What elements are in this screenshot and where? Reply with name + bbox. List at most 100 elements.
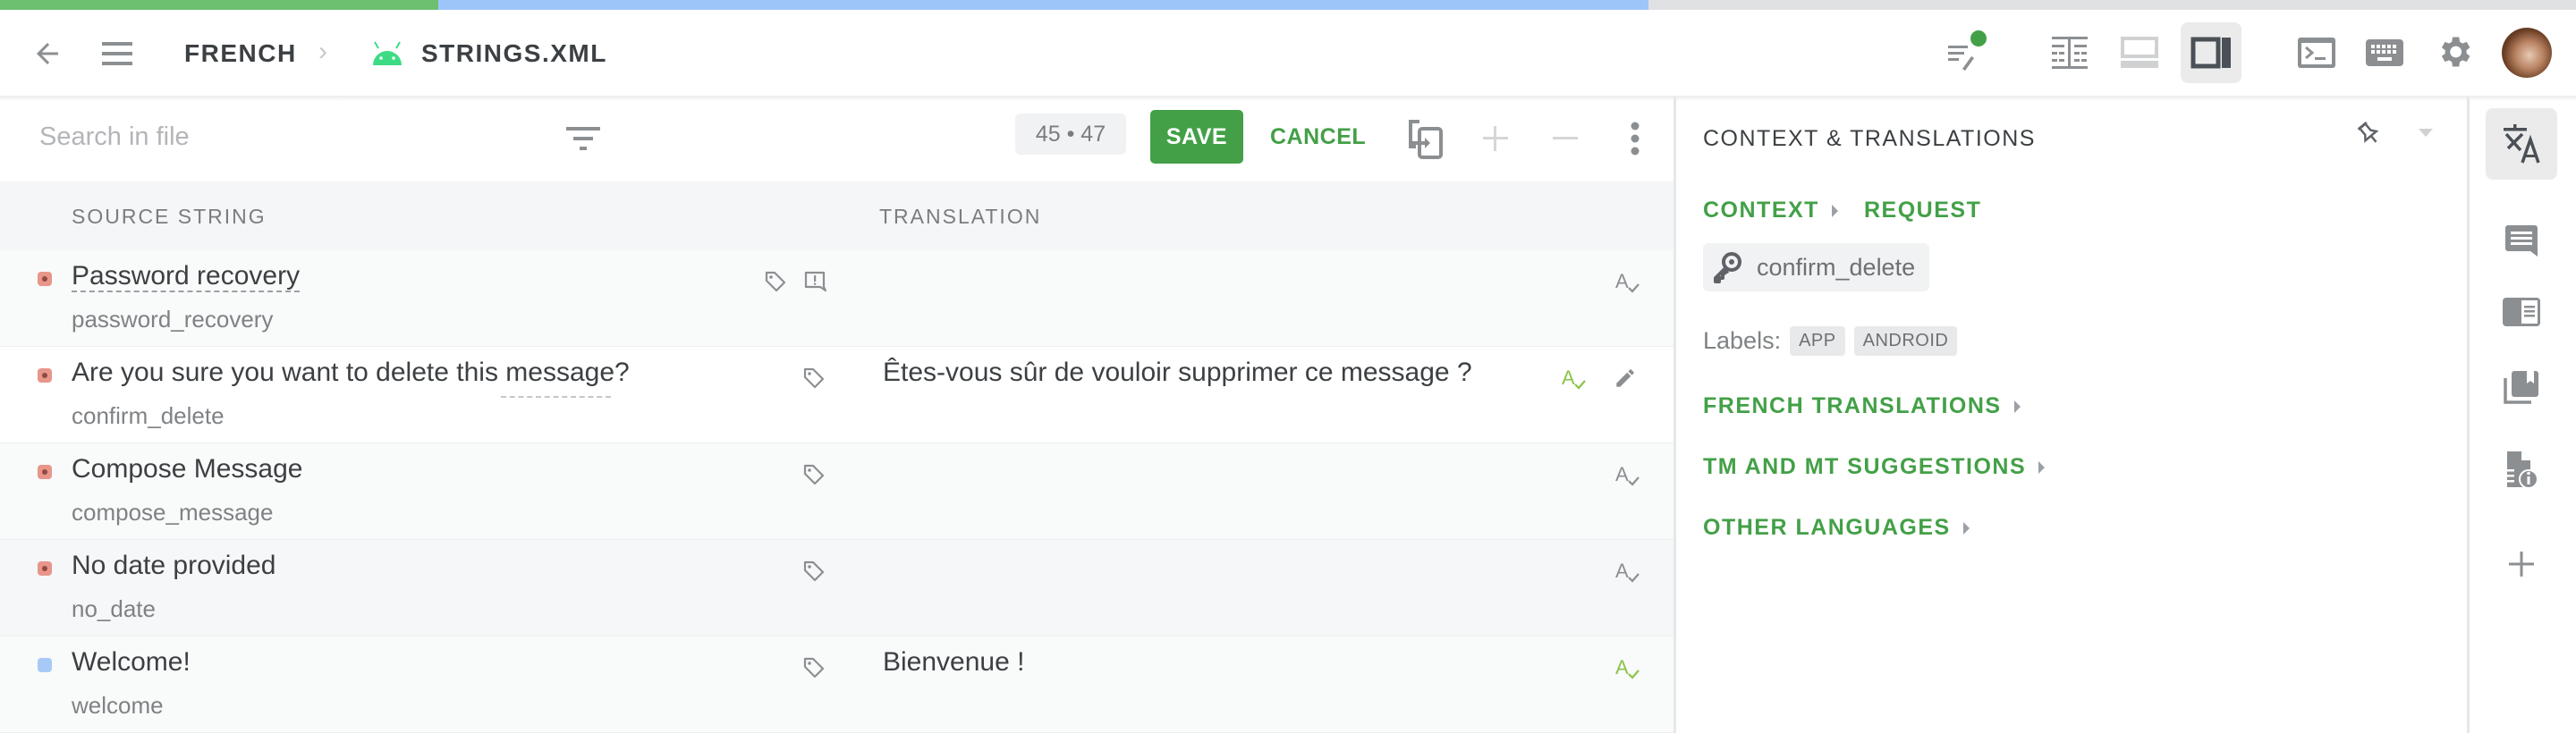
copy-source-icon[interactable]	[1402, 114, 1449, 164]
string-key: confirm_delete	[72, 402, 225, 429]
terminal-icon[interactable]	[2295, 31, 2338, 74]
string-key: password_recovery	[72, 306, 274, 333]
status-untranslated-icon	[38, 561, 52, 576]
table-header: SOURCE STRING TRANSLATION	[0, 181, 1674, 250]
side-by-side-layout-icon[interactable]	[2048, 31, 2091, 74]
editor-toolbar: 45 • 47 SAVE CANCEL	[0, 96, 1674, 181]
status-untranslated-icon	[38, 465, 52, 479]
section-label: OTHER LANGUAGES	[1703, 515, 1951, 540]
add-plural-icon[interactable]	[1476, 119, 1515, 158]
request-context-link[interactable]: REQUEST	[1864, 198, 1981, 223]
caret-right-icon	[1831, 204, 1838, 217]
context-panel: CONTEXT & TRANSLATIONS CONTEXT REQUEST c…	[1676, 96, 2467, 733]
placeholder-underline	[501, 396, 611, 398]
keyboard-icon[interactable]	[2363, 31, 2406, 74]
table-row[interactable]: Password recovery password_recovery A	[0, 250, 1674, 347]
progress-translated-segment	[0, 0, 438, 10]
label-chip[interactable]: ANDROID	[1853, 326, 1958, 356]
svg-text:A: A	[1562, 366, 1575, 389]
source-string: Password recovery	[72, 261, 301, 292]
strings-list: Password recovery password_recovery A Ar…	[0, 250, 1674, 733]
menu-icon[interactable]	[97, 33, 138, 74]
translate-icon[interactable]	[2486, 108, 2557, 180]
android-icon	[369, 38, 405, 69]
tag-icon[interactable]	[760, 266, 791, 297]
spellcheck-ok-icon[interactable]: A	[1556, 361, 1590, 395]
context-link[interactable]: CONTEXT	[1703, 198, 1838, 223]
context-label: CONTEXT	[1703, 198, 1819, 223]
review-mode-icon[interactable]	[1943, 28, 1993, 78]
key-icon	[1712, 251, 1742, 283]
svg-text:A: A	[1615, 656, 1629, 678]
comments-icon[interactable]	[2486, 206, 2557, 277]
svg-text:A: A	[1615, 270, 1629, 292]
header-shadow	[0, 96, 2576, 101]
table-row-selected[interactable]: Are you sure you want to delete this mes…	[0, 347, 1674, 443]
more-options-icon[interactable]	[1617, 117, 1653, 160]
user-avatar[interactable]	[2502, 28, 2552, 78]
breadcrumb-file[interactable]: STRINGS.XML	[421, 39, 607, 68]
svg-text:A: A	[1615, 560, 1629, 582]
string-key-value: confirm_delete	[1757, 253, 1916, 281]
edit-pencil-icon[interactable]	[1608, 361, 1642, 395]
progress-in-progress-segment	[437, 0, 1649, 10]
tag-icon[interactable]	[799, 653, 829, 683]
svg-text:A: A	[1615, 463, 1629, 485]
filter-icon[interactable]	[564, 121, 603, 156]
caret-right-icon	[2013, 400, 2021, 413]
source-string: No date provided	[72, 551, 276, 580]
breadcrumb-language[interactable]: FRENCH	[184, 39, 297, 68]
side-rail	[2470, 96, 2576, 733]
file-info-icon[interactable]	[2486, 434, 2557, 505]
section-other-languages[interactable]: OTHER LANGUAGES	[1703, 515, 1970, 541]
issue-comment-icon[interactable]	[800, 266, 830, 297]
spellcheck-icon[interactable]: A	[1610, 458, 1644, 492]
editor-pane: 45 • 47 SAVE CANCEL SOURCE STRING TRANSL…	[0, 96, 1674, 733]
collapse-dropdown-icon[interactable]	[2415, 124, 2436, 142]
settings-icon[interactable]	[2432, 29, 2477, 74]
spellcheck-icon[interactable]: A	[1610, 265, 1644, 299]
source-string: Welcome!	[72, 647, 191, 677]
bottom-panel-layout-icon[interactable]	[2118, 31, 2161, 74]
source-text: Password recovery	[72, 261, 301, 292]
labels-label: Labels:	[1703, 327, 1782, 354]
string-key: no_date	[72, 595, 156, 622]
string-key-chip: confirm_delete	[1703, 243, 1930, 291]
add-icon[interactable]	[2486, 528, 2557, 600]
section-label: TM AND MT SUGGESTIONS	[1703, 454, 2027, 479]
column-header-translation: TRANSLATION	[879, 205, 1042, 228]
notification-dot	[1970, 30, 1987, 46]
right-panel-layout-icon[interactable]	[2181, 22, 2241, 83]
glossary-icon[interactable]	[2486, 276, 2557, 348]
save-button[interactable]: SAVE	[1150, 110, 1243, 164]
string-counter: 45 • 47	[1015, 114, 1126, 155]
section-french-translations[interactable]: FRENCH TRANSLATIONS	[1703, 393, 2021, 419]
back-arrow-icon[interactable]	[27, 33, 68, 74]
translation-progress-bar	[0, 0, 2576, 10]
spellcheck-icon[interactable]: A	[1610, 554, 1644, 588]
label-chip[interactable]: APP	[1790, 326, 1845, 356]
string-key: welcome	[72, 692, 164, 719]
source-string: Are you sure you want to delete this mes…	[72, 358, 630, 387]
translation-text[interactable]: Bienvenue !	[883, 647, 1024, 678]
table-row[interactable]: Compose Message compose_message A	[0, 443, 1674, 540]
remove-plural-icon[interactable]	[1546, 119, 1585, 158]
section-label: FRENCH TRANSLATIONS	[1703, 393, 2002, 418]
table-row[interactable]: No date provided no_date A	[0, 540, 1674, 636]
pin-icon[interactable]	[2351, 115, 2386, 151]
status-untranslated-icon	[38, 272, 52, 286]
search-input[interactable]	[39, 122, 540, 152]
tm-library-icon[interactable]	[2486, 351, 2557, 423]
cancel-button[interactable]: CANCEL	[1270, 110, 1366, 164]
spellcheck-ok-icon[interactable]: A	[1610, 651, 1644, 685]
tag-icon[interactable]	[799, 363, 829, 393]
status-untranslated-icon	[38, 368, 52, 383]
table-row[interactable]: Welcome! welcome Bienvenue ! A	[0, 636, 1674, 733]
translation-text[interactable]: Êtes-vous sûr de vouloir supprimer ce me…	[883, 358, 1472, 388]
panel-title: CONTEXT & TRANSLATIONS	[1703, 126, 2036, 151]
section-tm-mt-suggestions[interactable]: TM AND MT SUGGESTIONS	[1703, 454, 2046, 480]
source-string: Compose Message	[72, 454, 303, 484]
tag-icon[interactable]	[799, 556, 829, 586]
tag-icon[interactable]	[799, 459, 829, 490]
status-translated-icon	[38, 658, 52, 672]
